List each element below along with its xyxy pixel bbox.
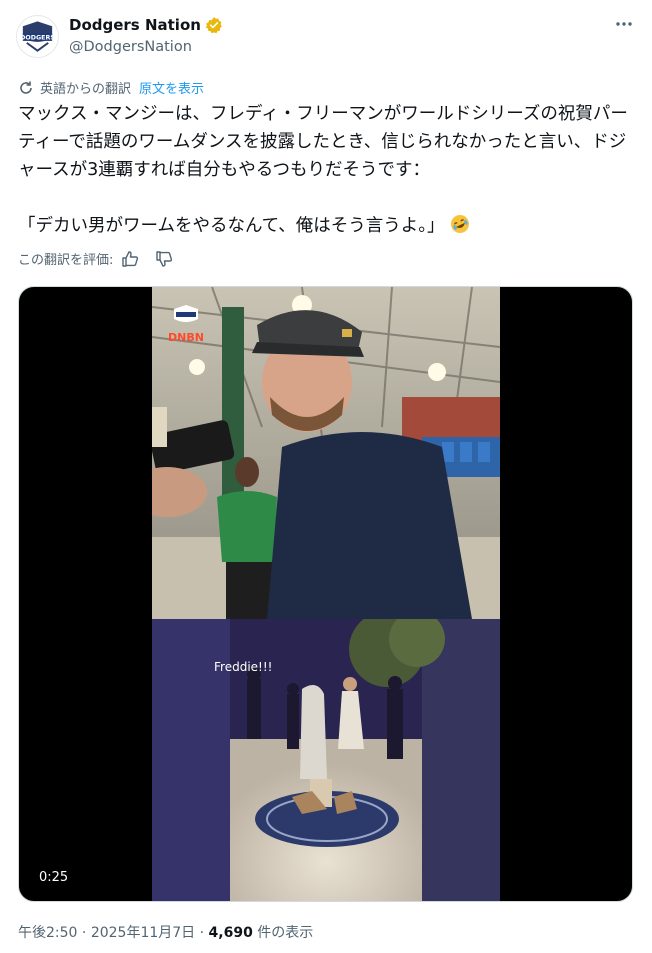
meta-separator: · bbox=[77, 925, 91, 941]
author-handle[interactable]: @DodgersNation bbox=[69, 37, 223, 57]
tweet-paragraph-2: 「デカい男がワームをやるなんて、俺はそう言うよ。」 bbox=[18, 216, 445, 236]
rate-translation: この翻訳を評価: bbox=[18, 249, 173, 268]
view-label: 件の表示 bbox=[257, 925, 314, 941]
worm-dance-scene-image: Freddie!!! bbox=[152, 619, 500, 901]
svg-text:DODGERS: DODGERS bbox=[20, 34, 55, 41]
author-block: Dodgers Nation @DodgersNation bbox=[69, 15, 223, 57]
video-player[interactable]: DNBN Freddie!!! 0:25 bbox=[18, 286, 633, 902]
rate-label: この翻訳を評価: bbox=[18, 253, 114, 268]
translation-label: 英語からの翻訳 bbox=[40, 82, 132, 97]
verified-badge-icon bbox=[205, 17, 222, 34]
tweet-paragraph-1: マックス・マンジーは、フレディ・フリーマンがワールドシリーズの祝賀パーティーで話… bbox=[18, 104, 628, 180]
thumbs-down-icon[interactable] bbox=[155, 250, 173, 268]
rolling-laughing-emoji-icon bbox=[451, 215, 470, 233]
meta-separator: · bbox=[195, 925, 209, 941]
view-count: 4,690 bbox=[208, 925, 253, 941]
author-name-row[interactable]: Dodgers Nation bbox=[69, 15, 223, 35]
overlay-caption: Freddie!!! bbox=[214, 660, 272, 674]
thumbs-up-icon[interactable] bbox=[121, 250, 139, 268]
tweet-text: マックス・マンジーは、フレディ・フリーマンがワールドシリーズの祝賀パーティーで話… bbox=[18, 100, 638, 240]
watermark-text: DNBN bbox=[168, 331, 204, 344]
tweet-date[interactable]: 2025年11月7日 bbox=[91, 925, 195, 941]
tweet-time[interactable]: 午後2:50 bbox=[18, 925, 77, 941]
translation-bar: 英語からの翻訳 原文を表示 bbox=[18, 78, 204, 97]
dodgers-logo-icon: DODGERS bbox=[17, 16, 58, 57]
avatar[interactable]: DODGERS bbox=[16, 15, 59, 58]
video-frame-top: DNBN bbox=[152, 287, 500, 619]
more-options-icon[interactable] bbox=[614, 14, 634, 39]
video-duration-badge: 0:25 bbox=[33, 868, 75, 887]
show-original-link[interactable]: 原文を表示 bbox=[139, 78, 204, 97]
tweet-meta: 午後2:50 · 2025年11月7日 · 4,690 件の表示 bbox=[18, 922, 313, 942]
tweet-paragraph-2-row: 「デカい男がワームをやるなんて、俺はそう言うよ。」 bbox=[18, 212, 638, 240]
translate-icon bbox=[20, 81, 32, 94]
author-display-name[interactable]: Dodgers Nation bbox=[69, 15, 201, 35]
interview-scene-image: DNBN bbox=[152, 287, 500, 619]
video-frame-bottom: Freddie!!! bbox=[152, 619, 500, 901]
